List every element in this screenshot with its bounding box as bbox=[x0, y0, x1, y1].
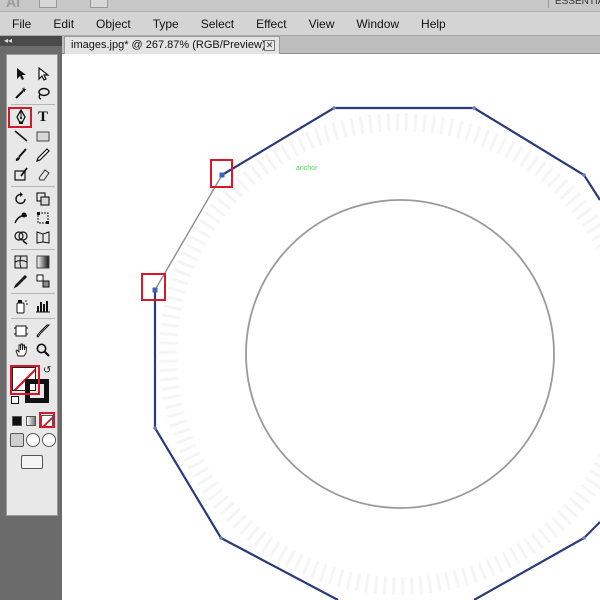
hand-tool-icon[interactable] bbox=[11, 341, 31, 359]
pen-tool-highlight bbox=[8, 107, 32, 128]
anchor-point-left[interactable] bbox=[152, 287, 158, 293]
tools-divider bbox=[11, 318, 55, 319]
warp-tool-icon[interactable] bbox=[11, 209, 31, 227]
default-fill-stroke-icon[interactable] bbox=[11, 396, 19, 404]
segment-in-progress bbox=[154, 174, 223, 291]
menu-type[interactable]: Type bbox=[141, 12, 189, 36]
column-graph-tool-icon[interactable] bbox=[33, 297, 53, 315]
symbol-sprayer-tool-icon[interactable] bbox=[11, 297, 31, 315]
anchor-point[interactable] bbox=[332, 106, 336, 110]
pencil-tool-icon[interactable] bbox=[33, 146, 53, 164]
color-mode-button[interactable] bbox=[12, 416, 22, 426]
swap-fill-stroke-icon[interactable]: ↺ bbox=[43, 365, 51, 376]
line-segment-tool-icon[interactable] bbox=[11, 127, 31, 145]
menu-object[interactable]: Object bbox=[84, 12, 141, 36]
anchor-hint-label: anchor bbox=[296, 165, 318, 172]
menu-edit[interactable]: Edit bbox=[41, 12, 84, 36]
paintbrush-tool-icon[interactable] bbox=[11, 146, 31, 164]
fill-stroke-highlight bbox=[10, 365, 40, 395]
drawn-path[interactable] bbox=[221, 106, 600, 201]
blend-tool-icon[interactable] bbox=[33, 272, 53, 290]
change-screen-mode-button[interactable] bbox=[21, 455, 43, 469]
direct-selection-tool-icon[interactable] bbox=[33, 65, 53, 83]
blob-brush-tool-icon[interactable] bbox=[11, 165, 31, 183]
rotate-tool-icon[interactable] bbox=[11, 190, 31, 208]
tools-divider bbox=[11, 186, 55, 187]
app-logo: Ai bbox=[6, 0, 20, 10]
perspective-grid-tool-icon[interactable] bbox=[33, 228, 53, 246]
lasso-tool-icon[interactable] bbox=[33, 84, 53, 102]
rectangle-tool-icon[interactable] bbox=[33, 127, 53, 145]
drawn-path-bottom-right[interactable] bbox=[473, 521, 600, 600]
draw-normal-button[interactable] bbox=[10, 433, 24, 447]
anchor-point-top[interactable] bbox=[219, 172, 225, 178]
inner-circle bbox=[245, 199, 555, 509]
tools-divider bbox=[11, 293, 55, 294]
draw-behind-button[interactable] bbox=[26, 433, 40, 447]
close-tab-icon[interactable]: ✕ bbox=[264, 40, 275, 51]
artwork bbox=[141, 106, 600, 600]
application-bar: Ai ESSENTIALS bbox=[0, 0, 600, 12]
magic-wand-tool-icon[interactable] bbox=[11, 84, 31, 102]
collapse-panel-icon[interactable]: ◂◂ bbox=[0, 36, 62, 46]
anchor-point[interactable] bbox=[582, 173, 586, 177]
free-transform-tool-icon[interactable] bbox=[33, 209, 53, 227]
mesh-tool-icon[interactable] bbox=[11, 253, 31, 271]
artboard-tool-icon[interactable] bbox=[11, 322, 31, 340]
slice-tool-icon[interactable] bbox=[33, 322, 53, 340]
selection-tool-icon[interactable] bbox=[11, 65, 31, 83]
draw-inside-button[interactable] bbox=[42, 433, 56, 447]
menu-effect[interactable]: Effect bbox=[244, 12, 296, 36]
anchor-point[interactable] bbox=[582, 536, 586, 540]
gradient-tool-icon[interactable] bbox=[33, 253, 53, 271]
menu-bar: File Edit Object Type Select Effect View… bbox=[0, 12, 600, 36]
menu-select[interactable]: Select bbox=[189, 12, 244, 36]
menu-help[interactable]: Help bbox=[409, 12, 456, 36]
anchor-point[interactable] bbox=[472, 106, 476, 110]
type-tool[interactable]: T bbox=[33, 108, 53, 126]
eyedropper-tool-icon[interactable] bbox=[11, 272, 31, 290]
document-tab-bar: images.jpg* @ 267.87% (RGB/Preview) ✕ bbox=[62, 36, 600, 54]
menu-view[interactable]: View bbox=[297, 12, 345, 36]
menu-window[interactable]: Window bbox=[344, 12, 409, 36]
shape-builder-tool-icon[interactable] bbox=[11, 228, 31, 246]
anchor-point[interactable] bbox=[153, 426, 157, 430]
gradient-mode-button[interactable] bbox=[26, 416, 36, 426]
tools-divider bbox=[11, 104, 55, 105]
zoom-tool-icon[interactable] bbox=[33, 341, 53, 359]
workspace-switcher[interactable]: ESSENTIALS bbox=[548, 0, 600, 8]
none-swatch-highlight bbox=[39, 412, 55, 428]
tools-divider bbox=[11, 249, 55, 250]
menu-file[interactable]: File bbox=[0, 12, 41, 36]
arrange-documents-button[interactable] bbox=[90, 0, 108, 8]
document-tab[interactable]: images.jpg* @ 267.87% (RGB/Preview) ✕ bbox=[64, 36, 280, 54]
artboard-canvas[interactable]: anchor bbox=[62, 54, 600, 600]
scale-tool-icon[interactable] bbox=[33, 190, 53, 208]
eraser-tool-icon[interactable] bbox=[33, 165, 53, 183]
anchor-point[interactable] bbox=[219, 536, 223, 540]
bridge-button[interactable] bbox=[39, 0, 57, 8]
illustrator-window: Ai ESSENTIALS File Edit Object Type Sele… bbox=[0, 0, 600, 600]
document-tab-title: images.jpg* @ 267.87% (RGB/Preview) bbox=[71, 39, 266, 51]
